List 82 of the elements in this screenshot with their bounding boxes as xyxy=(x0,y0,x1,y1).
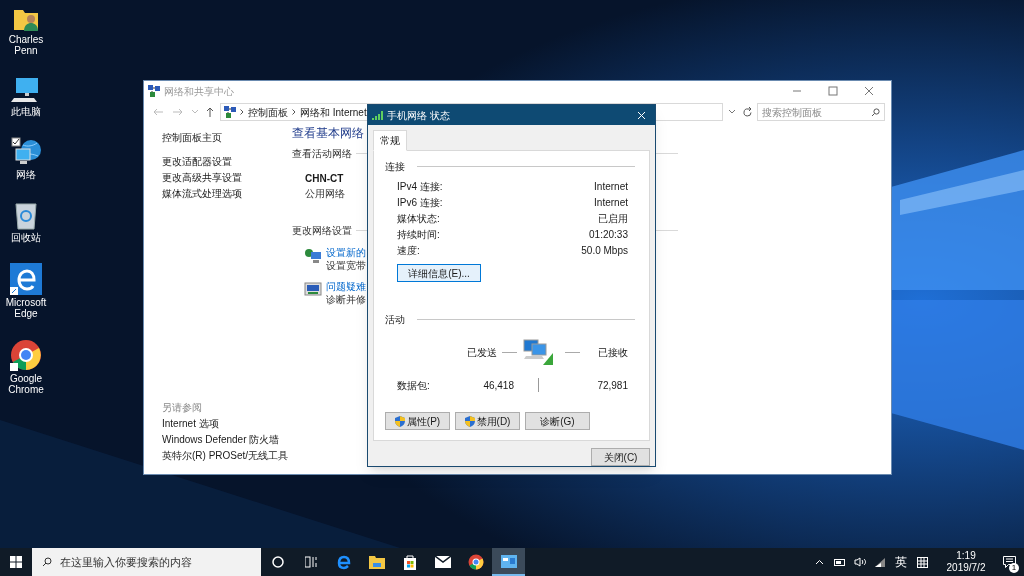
desktop-icon-label: Google Chrome xyxy=(7,373,45,395)
task-description: 诊断并修 xyxy=(326,293,366,306)
details-button[interactable]: 详细信息(E)... xyxy=(397,264,481,282)
dialog-title: 手机网络 状态 xyxy=(387,108,451,123)
field-value: 已启用 xyxy=(598,211,628,226)
field-label: IPv4 连接: xyxy=(397,179,443,194)
notification-button[interactable]: 1 xyxy=(994,548,1024,576)
search-icon xyxy=(871,107,880,117)
network-type: 公用网络 xyxy=(305,187,345,201)
action-button[interactable]: 诊断(G) xyxy=(525,412,590,430)
section-label: 查看活动网络 xyxy=(292,147,352,161)
field-label: 速度: xyxy=(397,243,420,258)
notification-badge: 1 xyxy=(1009,563,1019,573)
network-center-icon xyxy=(224,106,236,118)
field-value: Internet xyxy=(594,195,628,210)
page-heading: 查看基本网络 xyxy=(292,125,364,142)
field-label: IPv6 连接: xyxy=(397,195,443,210)
task-view-icon xyxy=(304,556,317,568)
troubleshoot-icon xyxy=(304,282,322,298)
sent-count: 46,418 xyxy=(482,378,514,393)
action-button[interactable]: 属性(P) xyxy=(385,412,450,430)
sidebar-link[interactable]: 更改适配器设置 xyxy=(162,154,292,170)
chevron-icon xyxy=(292,109,296,115)
maximize-icon xyxy=(828,86,838,96)
task-description: 设置宽带 xyxy=(326,259,366,272)
windows-logo-icon xyxy=(10,556,22,568)
recycle-bin-icon[interactable] xyxy=(13,200,39,230)
field-value: 01:20:33 xyxy=(589,227,628,242)
tab[interactable]: 常规 xyxy=(373,130,407,151)
message-icon xyxy=(1002,556,1016,568)
desktop-icon-label: Charles Penn xyxy=(7,34,45,56)
search-field[interactable]: 在这里输入你要搜索的内容 xyxy=(32,548,261,576)
sidebar-link[interactable]: 媒体流式处理选项 xyxy=(162,186,292,202)
field-label: 数据包: xyxy=(397,378,431,393)
clock[interactable]: 1:19 2019/7/2 xyxy=(938,550,994,574)
up-arrow-icon[interactable] xyxy=(204,106,216,118)
breadcrumb-item[interactable]: 网络和 Internet xyxy=(300,104,367,120)
breadcrumb-item[interactable]: 控制面板 xyxy=(248,104,288,120)
section-label: 另请参阅 xyxy=(162,401,203,415)
close-icon xyxy=(864,86,874,96)
chrome-browser-icon[interactable] xyxy=(10,339,42,371)
sidebar-link[interactable]: 控制面板主页 xyxy=(162,130,292,146)
network-globe-icon[interactable] xyxy=(11,137,41,167)
received-label: 已接收 xyxy=(597,345,628,360)
action-button[interactable]: 禁用(D) xyxy=(455,412,520,430)
dropdown-caret-icon[interactable] xyxy=(727,109,738,115)
close-button[interactable]: 关闭(C) xyxy=(591,448,650,466)
search-field[interactable]: 搜索控制面板 xyxy=(757,103,885,121)
task-link[interactable]: 设置新的 xyxy=(326,246,366,259)
sent-label: 已发送 xyxy=(466,345,497,360)
desktop-icon-label: 网络 xyxy=(15,169,37,180)
desktop-icon-label: Microsoft Edge xyxy=(4,297,48,319)
field-value: 50.0 Mbps xyxy=(581,243,628,258)
network-setup-icon xyxy=(304,248,322,264)
signal-icon xyxy=(372,110,383,120)
network-name: CHN-CT xyxy=(305,172,344,186)
received-count: 72,981 xyxy=(596,378,628,393)
section-label: 活动 xyxy=(385,313,405,327)
close-icon xyxy=(636,110,646,120)
section-label: 更改网络设置 xyxy=(292,224,352,238)
desktop-icon-label: 此电脑 xyxy=(10,106,42,117)
sidebar-link[interactable]: 英特尔(R) PROSet/无线工具 xyxy=(162,448,292,464)
chevron-icon xyxy=(240,109,244,115)
sidebar-link[interactable]: 更改高级共享设置 xyxy=(162,170,292,186)
field-value: Internet xyxy=(594,179,628,194)
input-language-button[interactable]: 英 xyxy=(890,553,912,571)
window-title: 网络和共享中心 xyxy=(164,84,235,99)
network-activity-icon xyxy=(521,338,555,366)
field-label: 媒体状态: xyxy=(397,211,440,226)
section-label: 连接 xyxy=(385,160,405,174)
desktop-icon-label: 回收站 xyxy=(10,232,42,243)
network-window-icon[interactable] xyxy=(492,548,525,576)
computer-icon[interactable] xyxy=(11,76,41,104)
circle-icon xyxy=(271,556,284,568)
network-center-icon xyxy=(148,85,160,97)
task-link[interactable]: 问题疑难 xyxy=(326,280,366,293)
search-icon xyxy=(42,557,52,567)
sidebar-link[interactable]: Internet 选项 xyxy=(162,416,292,432)
refresh-icon[interactable] xyxy=(741,106,754,118)
sidebar-link[interactable]: Windows Defender 防火墙 xyxy=(162,432,292,448)
field-label: 持续时间: xyxy=(397,227,440,242)
edge-browser-icon[interactable] xyxy=(10,263,42,295)
